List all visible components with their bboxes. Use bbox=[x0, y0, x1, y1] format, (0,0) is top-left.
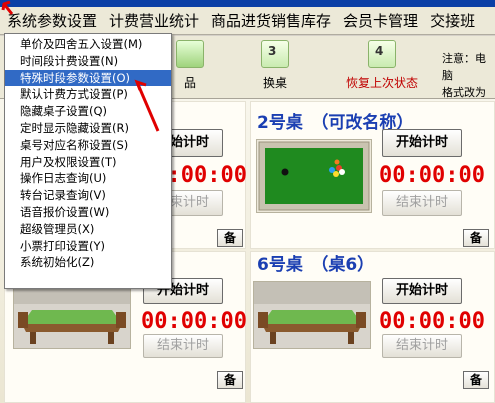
annotation-arrows bbox=[1, 0, 160, 132]
